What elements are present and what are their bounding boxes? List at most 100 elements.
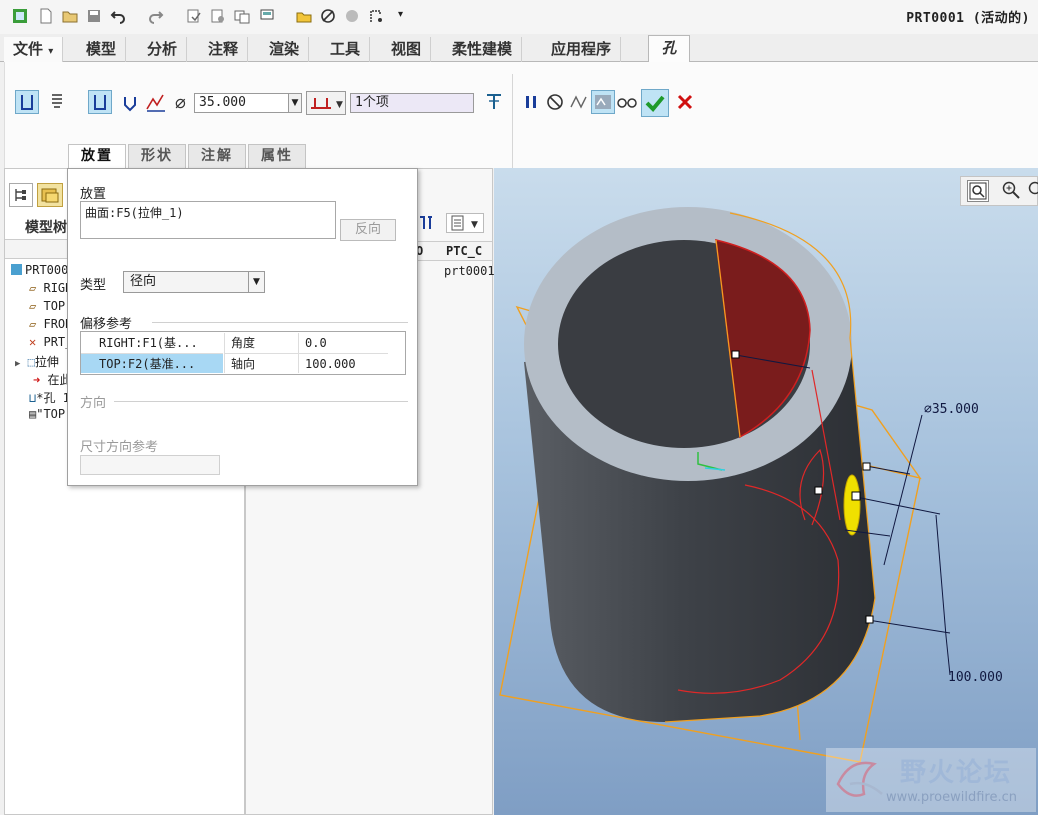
- model-tree-tab[interactable]: [9, 183, 33, 207]
- open-folder-2-icon[interactable]: [296, 8, 312, 24]
- app-icon: [13, 9, 27, 23]
- watermark-url: www.proewildfire.cn: [886, 790, 1017, 805]
- depth-reference-collector[interactable]: 1个项: [350, 93, 474, 113]
- datum-plane-icon: ▱: [29, 299, 37, 313]
- zoom-in-icon: [1002, 181, 1020, 199]
- windows-icon[interactable]: [234, 8, 250, 24]
- tab-model[interactable]: 模型: [77, 37, 127, 62]
- regenerate-icon[interactable]: [186, 8, 202, 24]
- placement-panel: 放置 曲面:F5(拉伸_1) 反向 类型 径向 ▼ 偏移参考 RIGHT:F1(…: [67, 168, 418, 486]
- save-icon[interactable]: [86, 8, 102, 24]
- settings-icon: [420, 216, 432, 229]
- offset-ref-cell[interactable]: TOP:F2(基准...: [81, 353, 223, 373]
- refit-button[interactable]: [967, 180, 989, 202]
- chevron-down-icon: ▼: [248, 272, 264, 292]
- tree-item-top[interactable]: ▱ TOP: [29, 299, 65, 313]
- insert-arrow-icon: ➜: [33, 373, 41, 387]
- view-toolbar: [960, 176, 1038, 206]
- zoom-out-button[interactable]: [1027, 180, 1038, 202]
- offset-references-table[interactable]: RIGHT:F1(基... 角度 0.0 TOP:F2(基准... 轴向 100…: [80, 331, 406, 375]
- regenerate-manager-icon[interactable]: [210, 8, 226, 24]
- tab-analysis[interactable]: 分析: [138, 37, 188, 62]
- hole-note-icon: [487, 94, 501, 109]
- axial-dimension-label[interactable]: 100.000: [948, 670, 1003, 685]
- chevron-down-icon: ▾: [48, 46, 54, 57]
- note-button[interactable]: [482, 90, 506, 114]
- subtab-placement[interactable]: 放置: [68, 144, 126, 169]
- sketch-icon: [146, 94, 165, 112]
- no-display-icon[interactable]: [320, 8, 336, 24]
- preview-button[interactable]: [567, 90, 591, 114]
- tab-annotate[interactable]: 注释: [199, 37, 249, 62]
- tab-hole[interactable]: 孔: [648, 35, 690, 62]
- subtab-shape[interactable]: 形状: [128, 144, 186, 168]
- watermark: 野火论坛 www.proewildfire.cn: [826, 748, 1036, 812]
- folder-icon: [41, 188, 59, 203]
- tab-render[interactable]: 渲染: [260, 37, 310, 62]
- divider: [152, 322, 408, 323]
- depth-option-button[interactable]: ▼: [306, 91, 346, 115]
- offset-references-label: 偏移参考: [80, 317, 133, 332]
- diameter-dimension-label[interactable]: ⌀35.000: [924, 402, 979, 417]
- qat-customize-caret[interactable]: ▾: [398, 9, 403, 20]
- undo-icon[interactable]: [110, 8, 126, 24]
- cancel-button[interactable]: [673, 90, 697, 114]
- tab-flexible-modeling[interactable]: 柔性建模: [443, 37, 523, 62]
- watermark-title: 野火论坛: [900, 758, 1013, 788]
- offset-ref-cell[interactable]: RIGHT:F1(基...: [81, 333, 223, 353]
- folder-browser-tab[interactable]: [37, 183, 63, 207]
- apply-button[interactable]: [641, 89, 669, 117]
- settings-button[interactable]: [416, 213, 438, 233]
- redo-icon[interactable]: [148, 8, 164, 24]
- pause-button[interactable]: [519, 90, 543, 114]
- new-file-icon[interactable]: [38, 8, 54, 24]
- divider: [114, 401, 408, 402]
- tab-view[interactable]: 视图: [382, 37, 432, 62]
- hole-preview: [843, 474, 861, 536]
- dimension-orientation-label: 尺寸方向参考: [80, 440, 159, 455]
- dimension-orientation-collector[interactable]: [80, 455, 220, 475]
- diameter-input[interactable]: 35.000: [194, 93, 290, 113]
- tree-item-label: TOP: [43, 299, 66, 313]
- threaded-hole-icon: [52, 94, 62, 108]
- placement-reference-collector[interactable]: 曲面:F5(拉伸_1): [80, 201, 336, 239]
- quick-access-toolbar: ▾ PRT0001 (活动的): [0, 0, 1038, 34]
- type-label: 类型: [80, 278, 107, 293]
- type-select[interactable]: 径向 ▼: [123, 271, 265, 293]
- rectangle-profile-button[interactable]: [88, 90, 112, 114]
- offset-kind-cell[interactable]: 角度: [224, 333, 298, 353]
- window-switch-icon[interactable]: [260, 8, 276, 24]
- expand-arrow-icon: ▶: [15, 359, 21, 369]
- tab-file[interactable]: 文件 ▾: [4, 37, 64, 62]
- model-graphics: [499, 207, 951, 763]
- simple-hole-button[interactable]: [15, 90, 39, 114]
- glasses-button[interactable]: [615, 90, 639, 114]
- standard-profile-button[interactable]: [118, 90, 142, 114]
- sketch-profile-button[interactable]: [144, 90, 168, 114]
- sphere-icon[interactable]: [344, 8, 360, 24]
- standard-hole-button[interactable]: [45, 90, 69, 114]
- simple-hole-icon: [21, 95, 33, 110]
- flip-button[interactable]: 反向: [340, 219, 396, 241]
- diameter-dropdown[interactable]: ▼: [288, 93, 302, 113]
- subtab-properties[interactable]: 属性: [248, 144, 306, 168]
- graphics-viewport[interactable]: ⌀35.000 100.000 野火论坛 www.proewildfire.cn: [494, 168, 1038, 815]
- zoom-in-button[interactable]: [1001, 180, 1023, 202]
- offset-value-cell[interactable]: 100.000: [298, 353, 388, 373]
- show-button[interactable]: ▼: [446, 213, 484, 233]
- preview-icon: [570, 95, 587, 109]
- glasses-icon: [617, 98, 637, 108]
- subtab-note[interactable]: 注解: [188, 144, 246, 168]
- tree-item-hole[interactable]: ⊔*孔 1: [29, 389, 70, 406]
- open-folder-icon[interactable]: [62, 8, 78, 24]
- tree-item-extrude[interactable]: ▶ ⬚拉伸 1: [15, 353, 73, 370]
- verify-icon: [595, 95, 611, 109]
- tab-tools[interactable]: 工具: [321, 37, 371, 62]
- offset-kind-cell[interactable]: 轴向: [224, 353, 298, 373]
- tab-applications[interactable]: 应用程序: [542, 37, 622, 62]
- tree-item-annotation[interactable]: ▤"TOP": [29, 407, 72, 421]
- offset-value-cell[interactable]: 0.0: [298, 333, 388, 353]
- verify-button[interactable]: [591, 90, 615, 114]
- no-preview-button[interactable]: [543, 90, 567, 114]
- datum-display-icon[interactable]: [368, 8, 384, 24]
